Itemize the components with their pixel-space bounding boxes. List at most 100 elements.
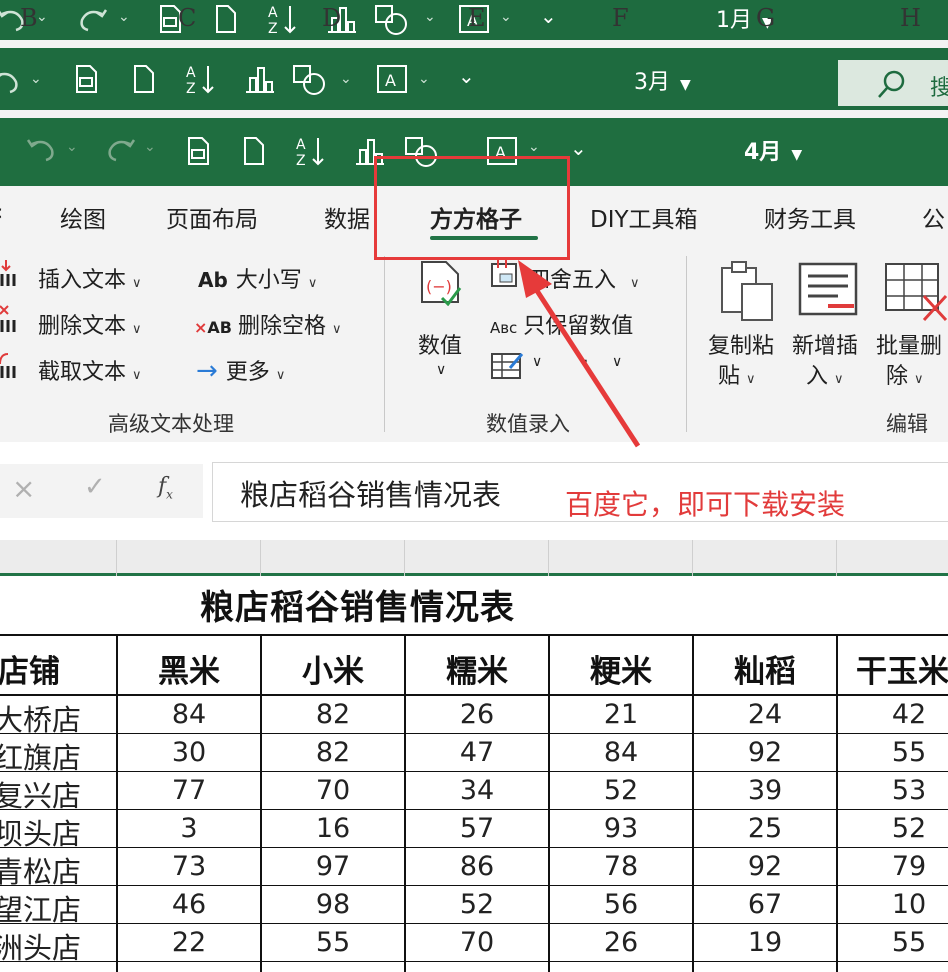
cancel-icon[interactable]: × — [12, 472, 35, 505]
table-cell[interactable]: 26 — [406, 699, 548, 730]
store-name-cell[interactable]: 洲头店 — [0, 925, 81, 967]
table-cell[interactable]: 98 — [262, 889, 404, 920]
table-cell[interactable]: 53 — [838, 775, 948, 806]
table-cell[interactable]: 19 — [694, 927, 836, 958]
redo-dropdown-icon[interactable]: ⌄ — [118, 10, 130, 24]
customize-toolbar-icon[interactable]: ⌄ — [540, 6, 557, 26]
undo-icon[interactable] — [22, 136, 62, 164]
table-cell[interactable]: 24 — [694, 699, 836, 730]
text-box-dropdown-icon[interactable]: ⌄ — [418, 72, 430, 86]
insert-new-button[interactable]: 新增插 — [792, 328, 858, 360]
column-header-g[interactable]: G — [756, 4, 775, 32]
insert-new-button-line2[interactable]: 入 ∨ — [806, 358, 844, 390]
table-cell[interactable]: 47 — [406, 737, 548, 768]
undo-dropdown-icon[interactable]: ⌄ — [30, 72, 42, 86]
tab-data[interactable]: 数据 — [324, 200, 370, 234]
store-name-cell[interactable]: 望江店 — [0, 887, 81, 929]
header-dry-corn[interactable]: 干玉米 — [856, 646, 948, 691]
table-cell[interactable]: 21 — [550, 699, 692, 730]
table-cell[interactable]: 73 — [118, 851, 260, 882]
undo-icon[interactable] — [0, 68, 26, 96]
column-header-f[interactable]: F — [612, 4, 629, 32]
table-cell[interactable]: 82 — [262, 699, 404, 730]
table-cell[interactable]: 52 — [550, 775, 692, 806]
customize-toolbar-icon[interactable]: ⌄ — [570, 138, 587, 158]
header-millet[interactable]: 小米 — [262, 646, 404, 691]
table-cell[interactable]: 22 — [118, 927, 260, 958]
table-cell[interactable]: 26 — [550, 927, 692, 958]
shapes-dropdown-icon[interactable]: ⌄ — [424, 10, 436, 24]
table-cell[interactable]: 93 — [550, 813, 692, 844]
copy-paste-button[interactable]: 复制粘 — [708, 328, 774, 360]
column-header-h[interactable]: H — [900, 4, 921, 32]
shapes-icon[interactable] — [374, 4, 410, 36]
column-header-c[interactable]: C — [178, 4, 196, 32]
batch-delete-button-line2[interactable]: 除 ∨ — [886, 358, 924, 390]
chart-icon[interactable] — [242, 64, 276, 94]
change-case-button[interactable]: Ab 大小写 ∨ — [198, 262, 317, 294]
new-document-icon[interactable] — [242, 136, 266, 166]
shapes-icon[interactable] — [292, 64, 328, 96]
confirm-icon[interactable]: ✓ — [84, 472, 106, 502]
sort-az-icon[interactable]: AZ — [294, 134, 328, 168]
table-cell[interactable]: 92 — [694, 737, 836, 768]
table-cell[interactable]: 77 — [118, 775, 260, 806]
search-box[interactable]: 搜 — [838, 60, 948, 106]
store-name-cell[interactable]: 青松店 — [0, 849, 81, 891]
table-cell[interactable]: 3 — [118, 813, 260, 844]
column-header-e[interactable]: E — [468, 4, 486, 32]
table-cell[interactable]: 16 — [262, 813, 404, 844]
header-indica-rice[interactable]: 籼稻 — [694, 646, 836, 691]
table-cell[interactable]: 92 — [694, 851, 836, 882]
extract-text-button[interactable]: 截取文本 ∨ — [38, 354, 142, 386]
redo-dropdown-icon[interactable]: ⌄ — [144, 140, 156, 154]
number-button[interactable]: 数值 — [418, 328, 462, 360]
shapes-dropdown-icon[interactable]: ⌄ — [340, 72, 352, 86]
redo-icon[interactable] — [100, 136, 140, 164]
undo-dropdown-icon[interactable]: ⌄ — [66, 140, 78, 154]
table-cell[interactable]: 56 — [550, 889, 692, 920]
new-document-icon[interactable] — [214, 4, 238, 34]
tab-formulas[interactable]: 公 — [922, 200, 945, 234]
text-box-dropdown-icon[interactable]: ⌄ — [528, 140, 540, 154]
table-cell[interactable]: 67 — [694, 889, 836, 920]
table-cell[interactable]: 46 — [118, 889, 260, 920]
insert-function-icon[interactable]: fx — [158, 474, 173, 501]
store-name-cell[interactable]: 坝头店 — [0, 811, 81, 853]
delete-text-button[interactable]: 删除文本 ∨ — [38, 308, 142, 340]
new-document-icon[interactable] — [132, 64, 156, 94]
tab-scroll-left-icon[interactable]: ‹ — [0, 200, 3, 226]
insert-text-button[interactable]: 插入文本 ∨ — [38, 262, 142, 294]
column-header-d[interactable]: D — [322, 4, 341, 32]
sort-az-icon[interactable]: AZ — [184, 62, 218, 96]
header-japonica-rice[interactable]: 粳米 — [550, 646, 692, 691]
header-black-rice[interactable]: 黑米 — [118, 646, 260, 691]
table-cell[interactable]: 70 — [262, 775, 404, 806]
table-cell[interactable]: 57 — [406, 813, 548, 844]
undo-dropdown-icon[interactable]: ⌄ — [36, 10, 48, 24]
table-cell[interactable]: 84 — [550, 737, 692, 768]
table-cell[interactable]: 84 — [118, 699, 260, 730]
chevron-down-icon[interactable]: ∨ — [436, 362, 446, 378]
table-cell[interactable]: 55 — [262, 927, 404, 958]
print-preview-icon[interactable] — [74, 64, 100, 94]
table-cell[interactable]: 52 — [838, 813, 948, 844]
table-cell[interactable]: 82 — [262, 737, 404, 768]
remove-spaces-button[interactable]: ×AB 删除空格 ∨ — [194, 308, 342, 340]
table-cell[interactable]: 70 — [406, 927, 548, 958]
table-cell[interactable]: 55 — [838, 737, 948, 768]
table-cell[interactable]: 52 — [406, 889, 548, 920]
table-cell[interactable]: 10 — [838, 889, 948, 920]
table-cell[interactable]: 30 — [118, 737, 260, 768]
table-cell[interactable]: 97 — [262, 851, 404, 882]
batch-delete-button[interactable]: 批量删 — [876, 328, 942, 360]
month-dropdown-3[interactable]: 3月 ▼ — [634, 64, 691, 96]
table-cell[interactable]: 55 — [838, 927, 948, 958]
tab-draw[interactable]: 绘图 — [60, 200, 106, 234]
store-name-cell[interactable]: 大桥店 — [0, 697, 81, 739]
table-cell[interactable]: 39 — [694, 775, 836, 806]
header-store[interactable]: 店铺 — [0, 646, 60, 691]
more-button[interactable]: → 更多 ∨ — [196, 354, 285, 386]
table-cell[interactable]: 78 — [550, 851, 692, 882]
month-dropdown-4[interactable]: 4月 ▼ — [744, 134, 802, 166]
